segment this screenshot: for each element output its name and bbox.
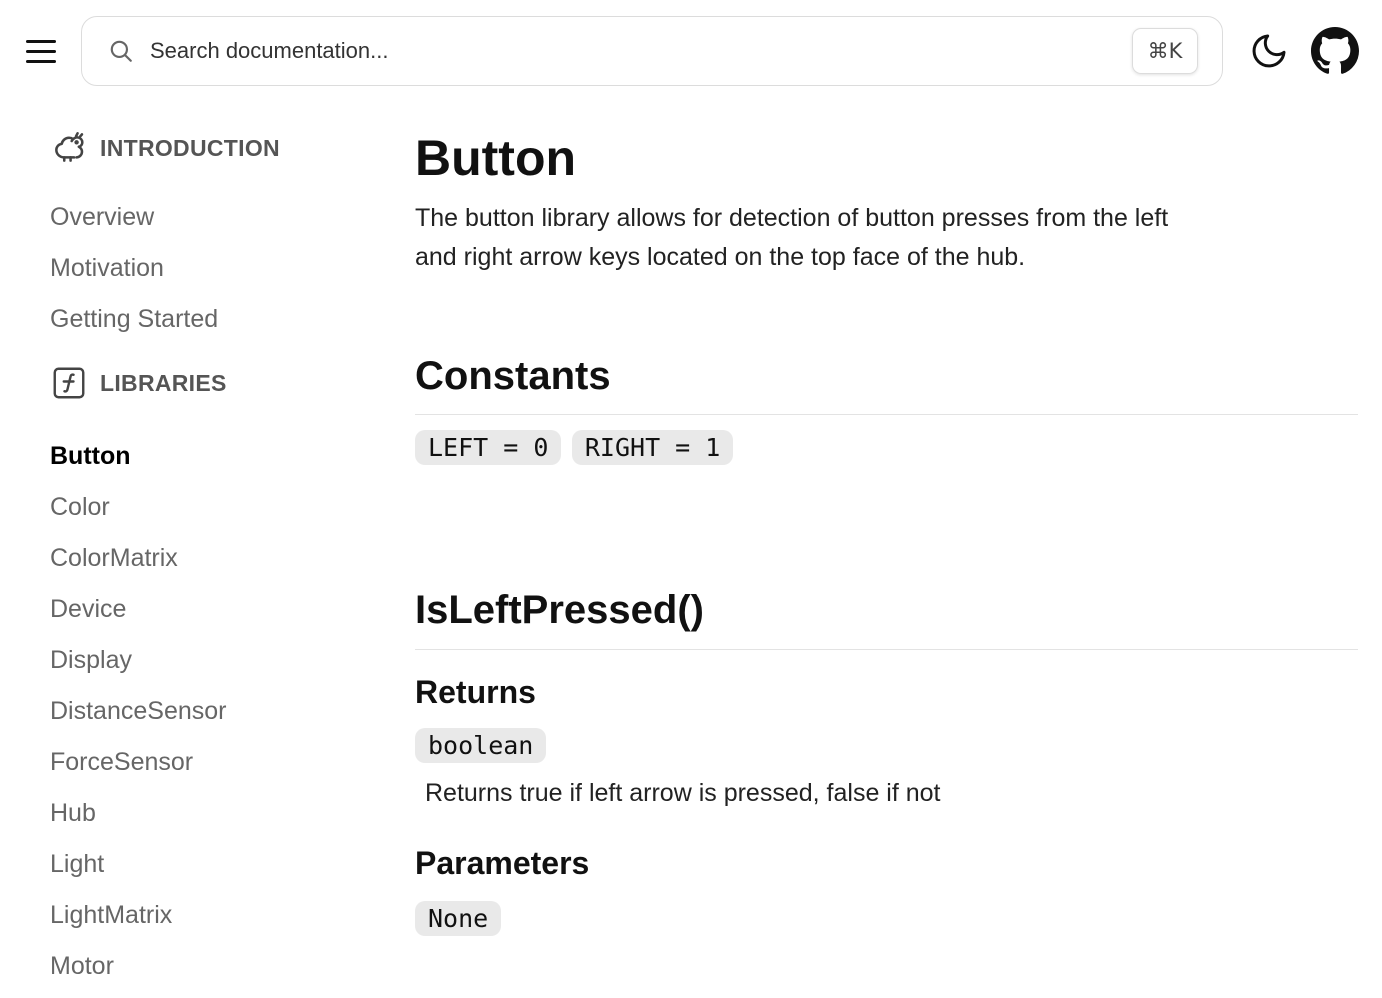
- section-libraries: LIBRARIES: [50, 363, 370, 403]
- menu-bar: [26, 39, 56, 43]
- constant-chip: LEFT = 0: [415, 430, 562, 465]
- section-label: INTRODUCTION: [100, 134, 280, 161]
- sidebar-item-display[interactable]: Display: [50, 635, 370, 686]
- theme-toggle-button[interactable]: [1249, 31, 1289, 71]
- returns-description: Returns true if left arrow is pressed, f…: [425, 779, 941, 807]
- github-icon: [1311, 27, 1359, 74]
- sidebar-item-hub[interactable]: Hub: [50, 788, 370, 839]
- sidebar-item-light[interactable]: Light: [50, 839, 370, 890]
- sidebar-item-color[interactable]: Color: [50, 482, 370, 533]
- sidebar: INTRODUCTION Overview Motivation Getting…: [50, 128, 370, 992]
- squirrel-icon: [50, 129, 88, 167]
- sidebar-item-colormatrix[interactable]: ColorMatrix: [50, 533, 370, 584]
- parameters-heading: Parameters: [415, 845, 590, 881]
- constants-list: LEFT = 0 RIGHT = 1: [415, 430, 1358, 465]
- divider: [415, 414, 1358, 415]
- sidebar-item-button[interactable]: Button: [50, 431, 370, 482]
- sidebar-item-motor[interactable]: Motor: [50, 941, 370, 992]
- sidebar-item-device[interactable]: Device: [50, 584, 370, 635]
- sidebar-item-lightmatrix[interactable]: LightMatrix: [50, 890, 370, 941]
- page-title: Button: [415, 130, 577, 186]
- constant-chip: RIGHT = 1: [571, 430, 734, 465]
- github-link[interactable]: [1311, 27, 1359, 75]
- menu-button[interactable]: [26, 34, 60, 68]
- search-icon: [108, 38, 134, 64]
- function-heading: IsLeftPressed(): [415, 588, 704, 632]
- returns-heading: Returns: [415, 674, 536, 710]
- section-label: LIBRARIES: [100, 369, 227, 396]
- section-introduction: INTRODUCTION: [50, 128, 370, 168]
- moon-icon: [1252, 34, 1286, 68]
- shortcut-hint: ⌘K: [1132, 28, 1198, 74]
- sidebar-item-getting-started[interactable]: Getting Started: [50, 294, 370, 345]
- sidebar-item-distancesensor[interactable]: DistanceSensor: [50, 686, 370, 737]
- search-bar[interactable]: ⌘K: [81, 16, 1223, 86]
- menu-bar: [26, 59, 56, 63]
- menu-bar: [26, 49, 56, 53]
- search-input[interactable]: [150, 38, 1222, 64]
- divider: [415, 649, 1358, 650]
- sidebar-item-overview[interactable]: Overview: [50, 192, 370, 243]
- page-intro: The button library allows for detection …: [415, 204, 1169, 271]
- constants-heading: Constants: [415, 354, 611, 398]
- main-content: Button The button library allows for det…: [415, 128, 1358, 936]
- function-icon: [50, 364, 88, 402]
- return-type-chip: boolean: [415, 728, 547, 763]
- sidebar-item-forcesensor[interactable]: ForceSensor: [50, 737, 370, 788]
- sidebar-item-motivation[interactable]: Motivation: [50, 243, 370, 294]
- parameters-chip: None: [415, 901, 502, 936]
